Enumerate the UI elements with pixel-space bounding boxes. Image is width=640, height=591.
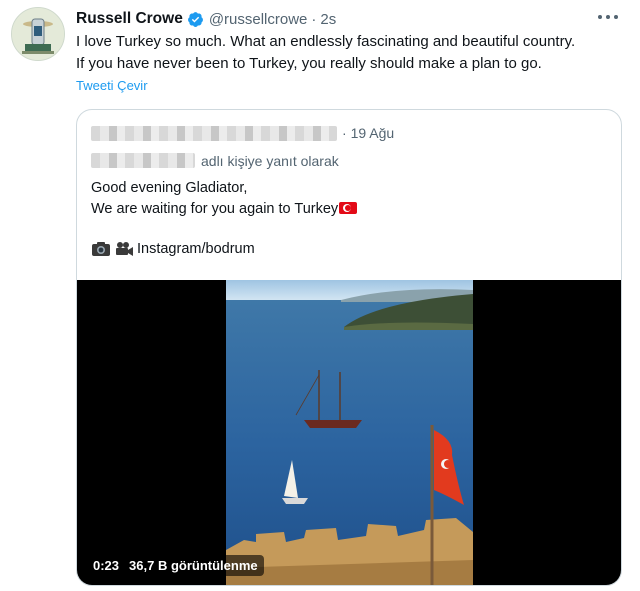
quoted-tweet-text: Good evening Gladiator, We are waiting f… [91,178,358,220]
turkey-flag-icon [339,202,358,214]
video-view-count: 36,7 B görüntülenme [129,558,258,573]
tweet-timestamp[interactable]: 2s [320,11,336,28]
camera-icon [92,242,110,256]
translate-tweet-link[interactable]: Tweeti Çevir [76,78,148,93]
quoted-text-line: We are waiting for you again to Turkey [91,201,339,217]
author-handle[interactable]: @russellcrowe [209,11,308,28]
quoted-tweet-date-text: 19 Ağu [350,125,395,141]
quoted-tweet-date[interactable]: · 19 Ağu [342,125,394,141]
separator-dot: · [342,125,347,141]
blurred-reply-target [91,153,195,168]
video-player[interactable]: 0:23 36,7 B görüntülenme [77,280,621,585]
separator-dot: · [311,10,317,28]
media-credit-text: Instagram/bodrum [137,241,255,257]
video-camera-icon [116,242,133,256]
tweet-text-line: If you have never been to Turkey, you re… [76,55,542,72]
more-options-icon[interactable] [598,9,618,25]
verified-badge-icon [187,11,203,27]
quoted-tweet-card[interactable]: · 19 Ağu adlı kişiye yanıt olarak Good e… [76,109,622,586]
video-info-overlay: 0:23 36,7 B görüntülenme [87,555,264,576]
avatar[interactable] [11,7,65,61]
author-name[interactable]: Russell Crowe [76,10,183,28]
quoted-text-line: Good evening Gladiator, [91,180,248,196]
reply-context-text: adlı kişiye yanıt olarak [201,153,339,169]
tweet-text-line: I love Turkey so much. What an endlessly… [76,33,576,50]
tweet-header: Russell Crowe @russellcrowe · 2s [76,8,336,30]
video-thumbnail [226,280,473,585]
video-duration: 0:23 [93,558,120,573]
tweet-text: I love Turkey so much. What an endlessly… [76,31,626,75]
media-credit-line: Instagram/bodrum [91,241,255,257]
blurred-quoted-author [91,126,337,141]
avatar-image [12,8,64,60]
